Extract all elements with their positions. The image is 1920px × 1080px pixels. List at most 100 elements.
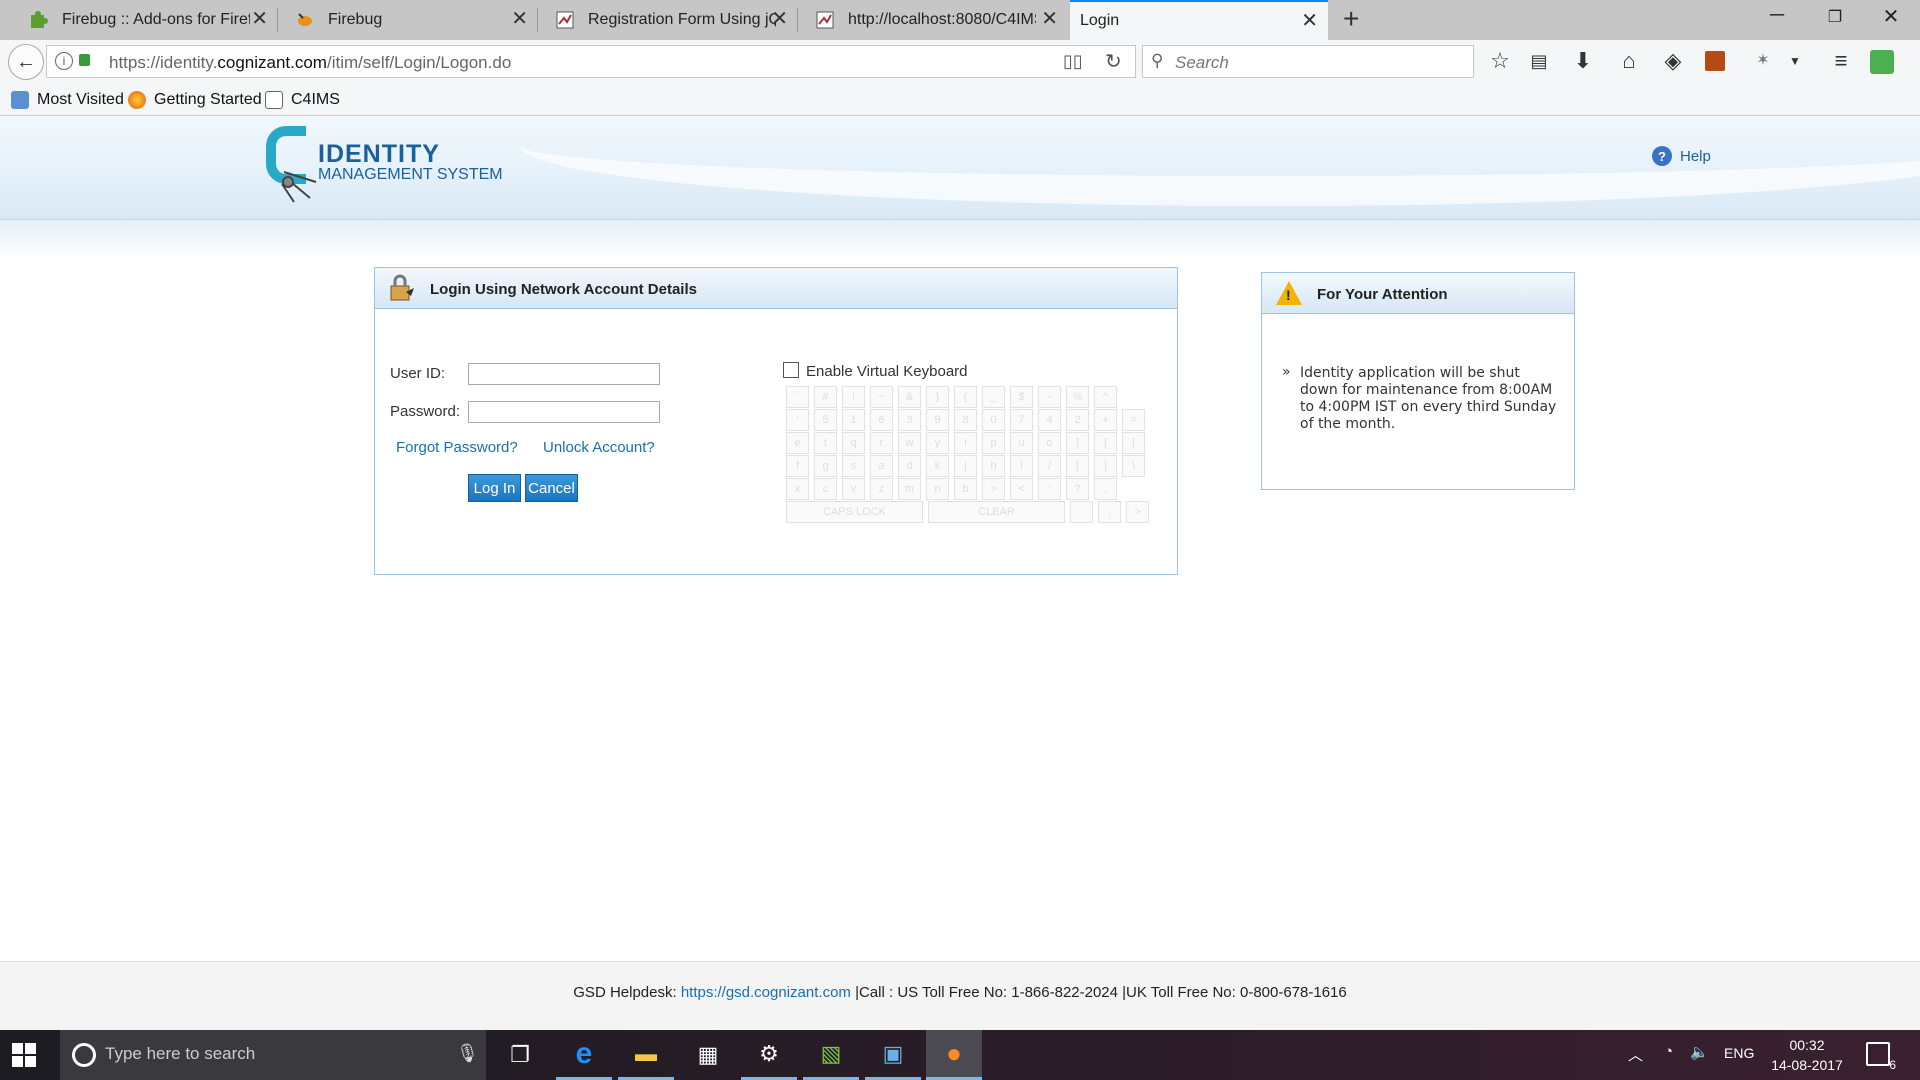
tab-registration-form[interactable]: Registration Form Using jQu ✕ — [540, 0, 798, 40]
virtual-key[interactable]: ^ — [1094, 386, 1117, 408]
virtual-key[interactable]: 4 — [1038, 409, 1061, 431]
close-tab-icon[interactable]: ✕ — [1041, 9, 1058, 29]
forgot-password-link[interactable]: Forgot Password? — [396, 439, 518, 456]
virtual-key[interactable]: 9 — [926, 409, 949, 431]
virtual-key[interactable]: ] — [1094, 455, 1117, 477]
virtual-key[interactable]: > — [982, 478, 1005, 500]
virtual-key[interactable]: m — [898, 478, 921, 500]
virtual-key[interactable]: ' — [786, 409, 809, 431]
virtual-key[interactable]: CAPS LOCK — [786, 501, 923, 523]
volume-icon[interactable]: 🔈 — [1690, 1043, 1709, 1061]
virtual-key[interactable]: t — [814, 432, 837, 454]
settings-gear-icon[interactable]: ⚙ — [741, 1030, 797, 1080]
address-bar[interactable]: i https://identity.cognizant.com/itim/se… — [46, 45, 1136, 78]
language-indicator[interactable]: ENG — [1724, 1045, 1754, 1061]
virtual-key[interactable]: s — [842, 455, 865, 477]
virtual-key[interactable]: u — [1010, 432, 1033, 454]
virtual-key[interactable]: - — [1038, 386, 1061, 408]
virtual-key[interactable]: 1 — [842, 409, 865, 431]
edge-icon[interactable]: e — [556, 1030, 612, 1080]
virtual-key[interactable]: / — [1038, 455, 1061, 477]
extension-icon[interactable] — [1705, 51, 1725, 71]
virtual-key[interactable]: ` — [786, 386, 809, 408]
taskbar-search[interactable]: Type here to search 🎙 — [60, 1030, 486, 1080]
virtual-key[interactable]: l — [1010, 455, 1033, 477]
url-text[interactable]: https://identity.cognizant.com/itim/self… — [109, 53, 511, 73]
virtual-key[interactable]: q — [842, 432, 865, 454]
virtual-key[interactable]: # — [814, 386, 837, 408]
chevron-up-icon[interactable]: ︿ — [1628, 1044, 1643, 1065]
virtual-key[interactable]: < — [1010, 478, 1033, 500]
user-id-input[interactable] — [468, 363, 660, 385]
virtual-keyboard-checkbox[interactable] — [783, 362, 799, 378]
virtual-key[interactable]: j — [954, 455, 977, 477]
wifi-icon[interactable]: ◔ — [1664, 1043, 1673, 1060]
cancel-button[interactable]: Cancel — [525, 474, 578, 502]
virtual-key[interactable]: e — [786, 432, 809, 454]
search-bar[interactable]: ⚲ Search — [1142, 45, 1474, 78]
virtual-key[interactable]: ] — [1066, 432, 1089, 454]
virtual-key[interactable]: 7 — [1010, 409, 1033, 431]
close-tab-icon[interactable]: ✕ — [251, 9, 268, 29]
virtual-key[interactable]: ( — [954, 386, 977, 408]
virtual-key[interactable]: ! — [842, 386, 865, 408]
virtual-key[interactable]: & — [898, 386, 921, 408]
profile-icon[interactable] — [1870, 50, 1894, 74]
virtual-key[interactable]: 2 — [1066, 409, 1089, 431]
tab-login[interactable]: Login ✕ — [1070, 0, 1328, 40]
virtual-key[interactable]: g — [814, 455, 837, 477]
task-view-icon[interactable]: ❐ — [492, 1030, 548, 1080]
virtual-key[interactable]: p — [982, 432, 1005, 454]
back-button[interactable]: ← — [8, 44, 44, 80]
virtual-key[interactable]: 5 — [814, 409, 837, 431]
new-tab-icon[interactable]: + — [1343, 3, 1359, 35]
virtual-key[interactable]: i — [954, 432, 977, 454]
virtual-key[interactable]: ? — [1066, 478, 1089, 500]
virtual-key[interactable]: k — [926, 455, 949, 477]
virtual-key[interactable]: o — [1038, 432, 1061, 454]
virtual-key[interactable]: d — [898, 455, 921, 477]
virtual-key[interactable]: % — [1066, 386, 1089, 408]
virtual-key[interactable]: $ — [1010, 386, 1033, 408]
virtual-key[interactable]: y — [926, 432, 949, 454]
virtual-key[interactable]: } — [926, 386, 949, 408]
unlock-account-link[interactable]: Unlock Account? — [543, 439, 655, 456]
chevron-down-icon[interactable]: ▼ — [1782, 49, 1808, 73]
virtual-key[interactable]: _ — [982, 386, 1005, 408]
virtual-key[interactable]: x — [786, 478, 809, 500]
virtual-key[interactable]: a — [870, 455, 893, 477]
tab-localhost[interactable]: http://localhost:8080/C4IMS ✕ — [800, 0, 1068, 40]
close-window-icon[interactable]: ✕ — [1876, 4, 1906, 29]
virtual-key[interactable]: + — [1094, 409, 1117, 431]
media-app-icon[interactable]: ▣ — [865, 1030, 921, 1080]
virtual-key[interactable]: v — [842, 478, 865, 500]
virtual-key[interactable]: h — [982, 455, 1005, 477]
login-button[interactable]: Log In — [468, 474, 521, 502]
virtual-key[interactable]: b — [954, 478, 977, 500]
password-input[interactable] — [468, 401, 660, 423]
virtual-key[interactable]: ~ — [870, 386, 893, 408]
close-tab-icon[interactable]: ✕ — [771, 9, 788, 29]
virtual-key[interactable]: n — [926, 478, 949, 500]
tab-firebug-addons[interactable]: Firebug :: Add-ons for Firefo ✕ — [0, 0, 278, 40]
firefox-icon[interactable]: ● — [926, 1030, 982, 1080]
info-icon[interactable]: i — [55, 52, 73, 70]
virtual-key[interactable]: z — [870, 478, 893, 500]
bookmark-getting-started[interactable]: Getting Started — [128, 91, 262, 109]
virtual-key[interactable]: = — [1122, 409, 1145, 431]
pocket-icon[interactable]: ◈ — [1660, 49, 1686, 73]
bookmark-star-icon[interactable]: ☆ — [1487, 49, 1513, 73]
clock[interactable]: 00:32 14-08-2017 — [1766, 1035, 1848, 1075]
bookmark-c4ims[interactable]: C4IMS — [265, 91, 340, 109]
close-tab-icon[interactable]: ✕ — [1301, 11, 1318, 31]
virtual-key[interactable]: [ — [1094, 432, 1117, 454]
windows-start-icon[interactable] — [12, 1043, 36, 1067]
virtual-key[interactable]: . — [1070, 501, 1093, 523]
store-icon[interactable]: ▦ — [680, 1030, 736, 1080]
close-tab-icon[interactable]: ✕ — [511, 9, 528, 29]
help-link[interactable]: ? Help — [1652, 146, 1711, 166]
app-chart-icon[interactable]: ▧ — [803, 1030, 859, 1080]
bookmark-most-visited[interactable]: Most Visited — [11, 91, 124, 109]
virtual-key[interactable]: 0 — [982, 409, 1005, 431]
virtual-key[interactable]: 6 — [870, 409, 893, 431]
